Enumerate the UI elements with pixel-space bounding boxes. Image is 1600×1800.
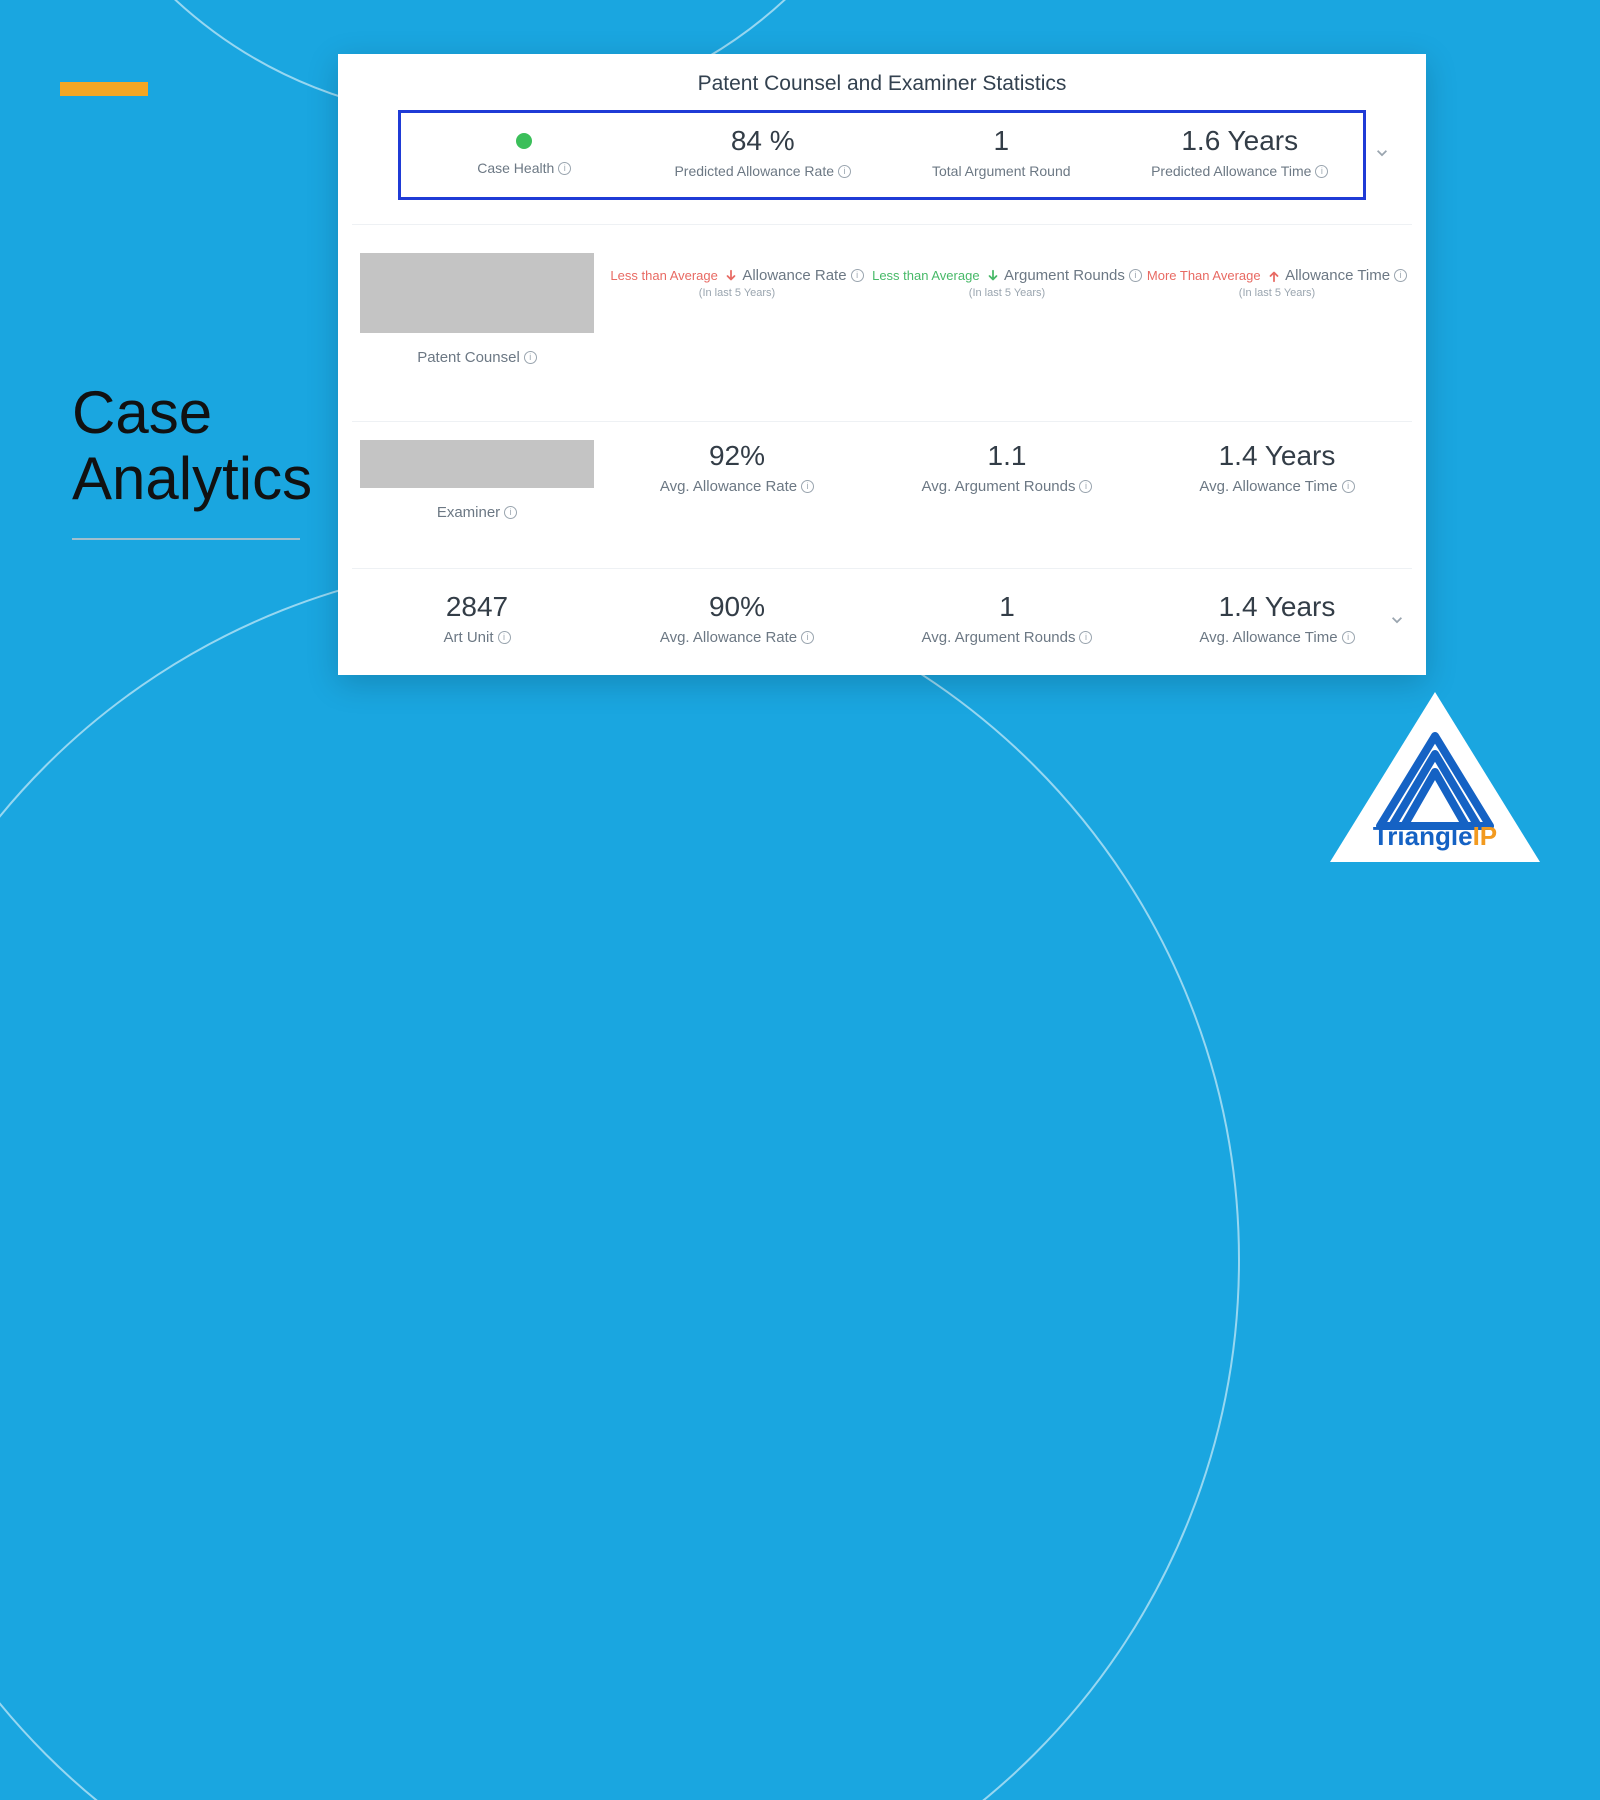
case-health-stat: Case Health i	[405, 125, 644, 181]
counsel-name-placeholder	[360, 253, 594, 333]
brand-name: TriangleIP	[1330, 821, 1540, 852]
counsel-allowance-delta: Less than Average	[610, 268, 737, 283]
case-health-label: Case Health	[477, 160, 554, 176]
arrow-down-icon	[724, 269, 738, 283]
argument-round-stat: 1 Total Argument Round	[882, 125, 1121, 181]
examiner-rounds-label: Avg. Argument Rounds	[922, 478, 1076, 495]
counsel-label: Patent Counsel	[417, 349, 520, 366]
info-icon[interactable]: i	[524, 351, 537, 364]
summary-row: Case Health i 84 % Predicted Allowance R…	[398, 110, 1366, 200]
counsel-time-sub: (In last 5 Years)	[1142, 287, 1412, 299]
examiner-row: Examiner i 92% Avg. Allowance Rate i 1.1…	[338, 422, 1426, 544]
predicted-time-value: 1.6 Years	[1121, 125, 1360, 157]
artunit-rate-value: 90%	[602, 591, 872, 623]
arrow-down-icon	[986, 269, 1000, 283]
predicted-rate-value: 84 %	[644, 125, 883, 157]
info-icon[interactable]: i	[1342, 480, 1355, 493]
predicted-time-label: Predicted Allowance Time	[1151, 163, 1311, 179]
expand-artunit-button[interactable]	[1390, 613, 1404, 632]
counsel-time-label: Allowance Time	[1285, 267, 1390, 284]
counsel-rounds-delta: Less than Average	[872, 268, 999, 283]
examiner-rate-label: Avg. Allowance Rate	[660, 478, 797, 495]
info-icon[interactable]: i	[1129, 269, 1142, 282]
info-icon[interactable]: i	[851, 269, 864, 282]
artunit-rate-label: Avg. Allowance Rate	[660, 629, 797, 646]
examiner-rate-value: 92%	[602, 440, 872, 472]
artunit-value: 2847	[352, 591, 602, 623]
panel-title: Patent Counsel and Examiner Statistics	[338, 54, 1426, 110]
examiner-name-placeholder	[360, 440, 594, 488]
artunit-label: Art Unit	[443, 629, 493, 646]
accent-bar	[60, 82, 148, 96]
info-icon[interactable]: i	[801, 480, 814, 493]
info-icon[interactable]: i	[1394, 269, 1407, 282]
arrow-up-icon	[1267, 269, 1281, 283]
brand-logo: TriangleIP	[1330, 692, 1540, 862]
counsel-rounds-sub: (In last 5 Years)	[872, 287, 1142, 299]
slide-title-line1: Case	[72, 380, 312, 446]
artunit-rounds-label: Avg. Argument Rounds	[922, 629, 1076, 646]
chevron-down-icon	[1375, 146, 1389, 160]
expand-summary-button[interactable]	[1375, 146, 1389, 165]
examiner-label: Examiner	[437, 504, 500, 521]
art-unit-row: 2847 Art Unit i 90% Avg. Allowance Rate …	[338, 569, 1426, 675]
artunit-time-value: 1.4 Years	[1142, 591, 1412, 623]
artunit-rounds-value: 1	[872, 591, 1142, 623]
info-icon[interactable]: i	[1315, 165, 1328, 178]
examiner-time-value: 1.4 Years	[1142, 440, 1412, 472]
counsel-time-delta: More Than Average	[1147, 268, 1281, 283]
info-icon[interactable]: i	[558, 162, 571, 175]
info-icon[interactable]: i	[801, 631, 814, 644]
analytics-panel: Patent Counsel and Examiner Statistics C…	[338, 54, 1426, 675]
info-icon[interactable]: i	[1079, 480, 1092, 493]
info-icon[interactable]: i	[1342, 631, 1355, 644]
title-underline	[72, 538, 300, 540]
examiner-rounds-value: 1.1	[872, 440, 1142, 472]
info-icon[interactable]: i	[838, 165, 851, 178]
info-icon[interactable]: i	[1079, 631, 1092, 644]
counsel-allowance-label: Allowance Rate	[742, 267, 846, 284]
argument-round-label: Total Argument Round	[932, 163, 1071, 179]
info-icon[interactable]: i	[498, 631, 511, 644]
chevron-down-icon	[1390, 613, 1404, 627]
counsel-rounds-label: Argument Rounds	[1004, 267, 1125, 284]
argument-round-value: 1	[882, 125, 1121, 157]
predicted-allowance-time-stat: 1.6 Years Predicted Allowance Time i	[1121, 125, 1360, 181]
counsel-allowance-sub: (In last 5 Years)	[602, 287, 872, 299]
predicted-allowance-rate-stat: 84 % Predicted Allowance Rate i	[644, 125, 883, 181]
examiner-time-label: Avg. Allowance Time	[1199, 478, 1337, 495]
case-health-dot-icon	[516, 133, 532, 149]
decorative-arc	[0, 560, 1240, 1800]
predicted-rate-label: Predicted Allowance Rate	[674, 163, 834, 179]
patent-counsel-row: Patent Counsel i Less than Average Allow…	[338, 225, 1426, 397]
slide-title: Case Analytics	[72, 380, 312, 512]
info-icon[interactable]: i	[504, 506, 517, 519]
slide-title-line2: Analytics	[72, 446, 312, 512]
artunit-time-label: Avg. Allowance Time	[1199, 629, 1337, 646]
